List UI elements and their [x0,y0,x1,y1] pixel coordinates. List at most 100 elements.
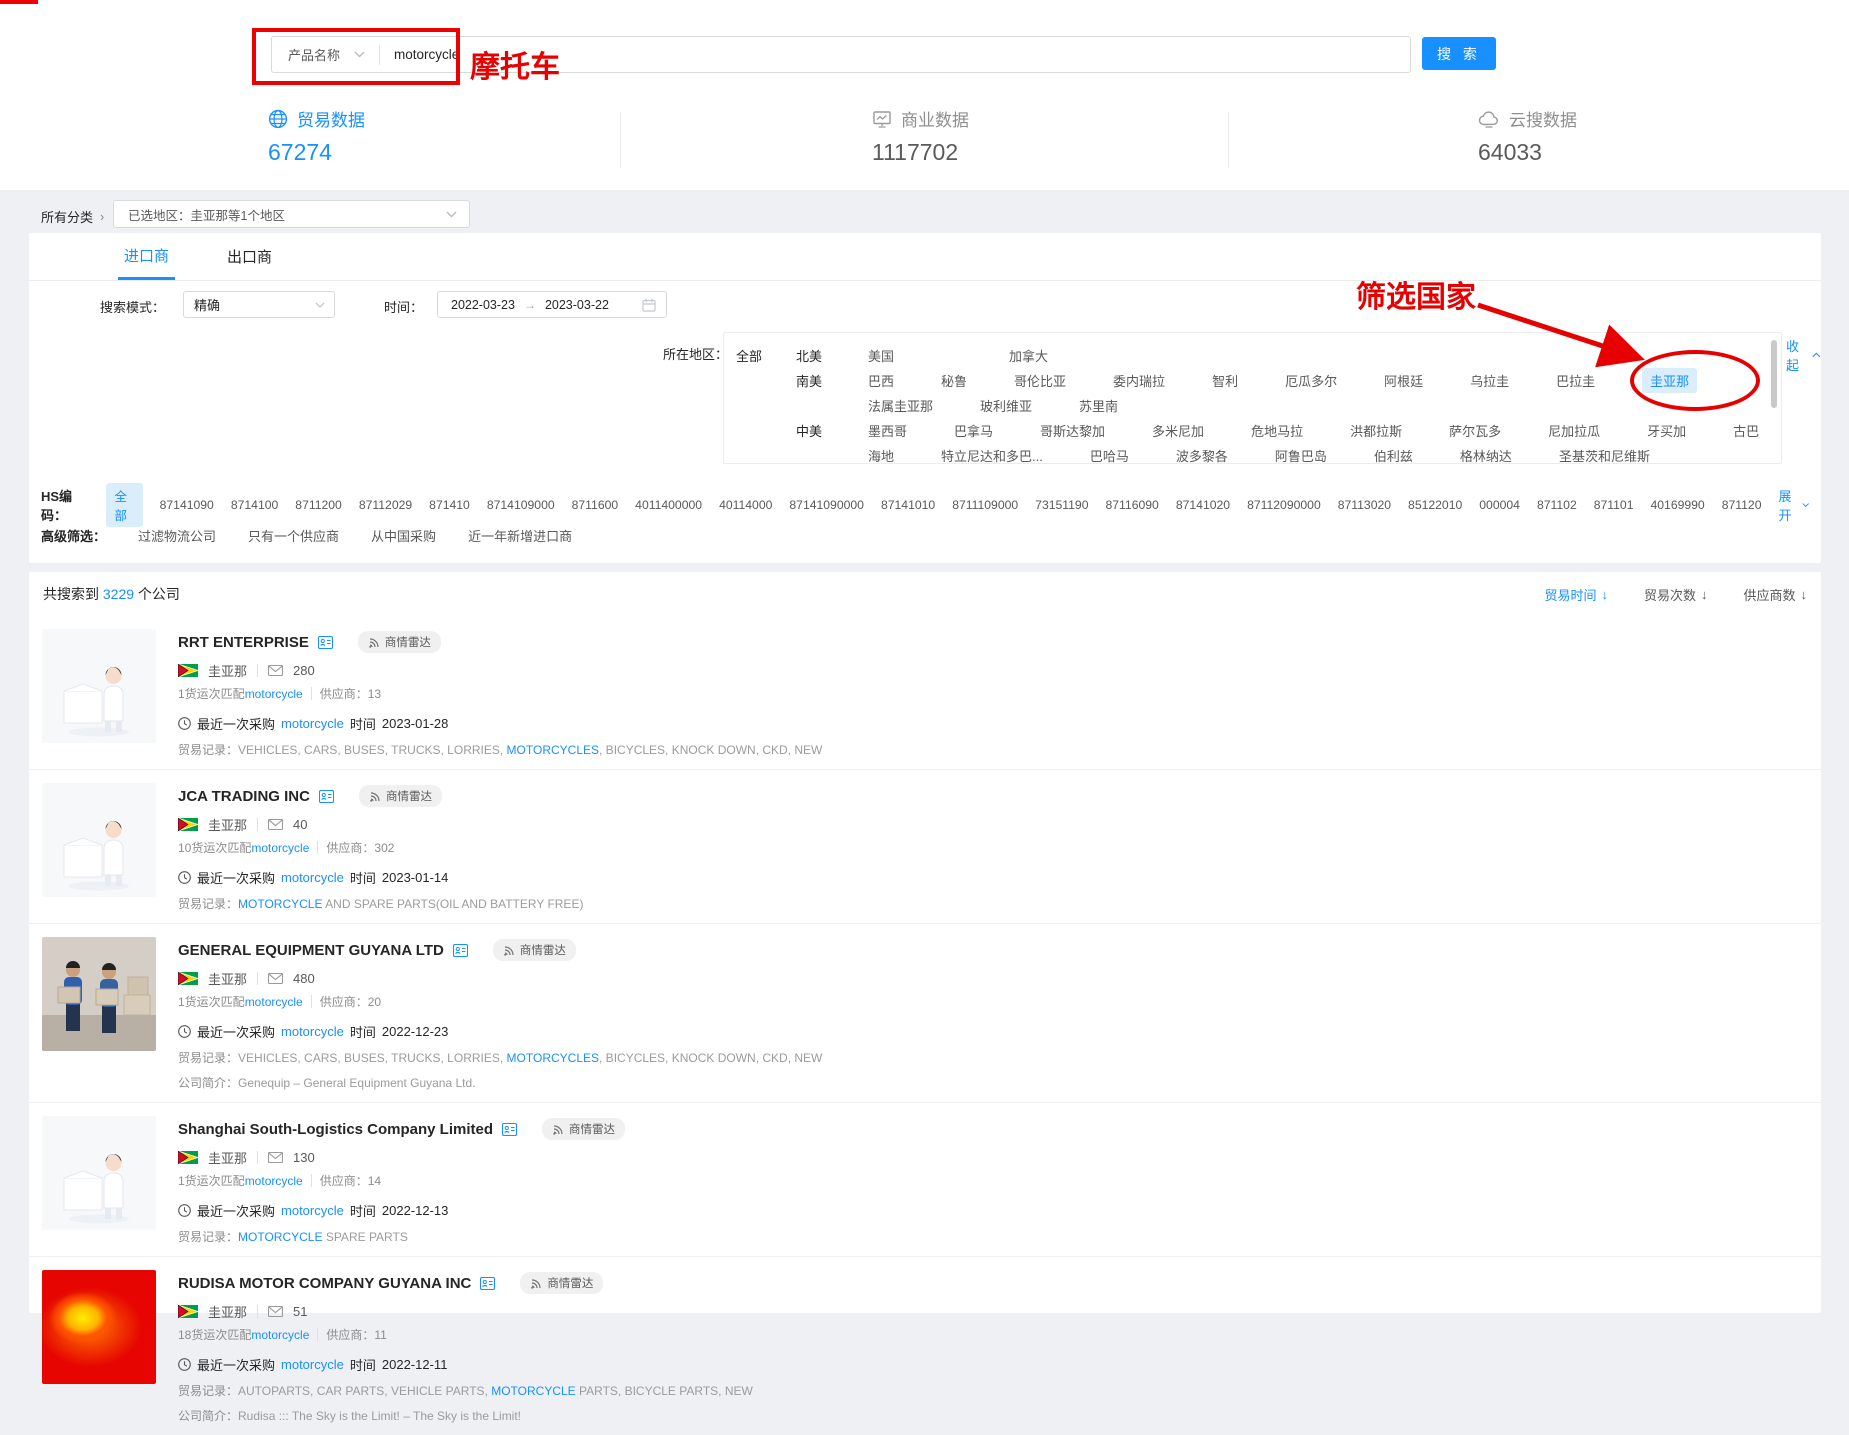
region-item[interactable]: 阿根廷 [1384,371,1423,390]
company-card[interactable]: RRT ENTERPRISE 商情雷达 [29,616,1821,769]
region-item[interactable]: 哥伦比亚 [1014,371,1066,390]
hs-code[interactable]: 87113020 [1338,498,1391,512]
region-item[interactable]: 巴西 [868,371,894,390]
company-card[interactable]: RUDISA MOTOR COMPANY GUYANA INC 商情雷达 [29,1256,1821,1435]
hs-code[interactable]: 8711200 [295,498,342,512]
region-item[interactable]: 危地马拉 [1251,421,1303,440]
region-item[interactable]: 牙买加 [1647,421,1686,440]
region-item[interactable]: 海地 [868,446,894,464]
all-categories-link[interactable]: 所有分类 [41,207,93,226]
region-group[interactable]: 南美 [796,371,868,390]
hs-code[interactable]: 4011400000 [635,498,702,512]
keyword-link[interactable]: motorcycle [281,1203,344,1218]
hs-code[interactable]: 8711600 [572,498,619,512]
region-item[interactable]: 多米尼加 [1152,421,1204,440]
keyword-link[interactable]: motorcycle [281,1024,344,1039]
radar-badge[interactable]: 商情雷达 [542,1118,625,1140]
search-mode-select[interactable]: 精确 [183,291,335,318]
region-group[interactable]: 北美 [796,346,868,365]
region-item[interactable]: 委内瑞拉 [1113,371,1165,390]
region-item[interactable]: 巴哈马 [1090,446,1129,464]
contact-card-icon[interactable] [453,944,468,957]
hs-code[interactable]: 87141090 [160,498,214,512]
region-item[interactable]: 特立尼达和多巴... [941,446,1043,464]
contact-card-icon[interactable] [502,1123,517,1136]
breadcrumb[interactable]: 所有分类 › [41,207,104,226]
product-search-bar[interactable]: 产品名称 motorcycle [271,36,1411,73]
hs-code[interactable]: 87141010 [881,498,935,512]
hs-code[interactable]: 87112090000 [1247,498,1321,512]
hs-code[interactable]: 40169990 [1650,498,1704,512]
region-item[interactable]: 智利 [1212,371,1238,390]
region-all[interactable]: 全部 [736,346,796,365]
company-thumbnail[interactable] [42,937,156,1051]
keyword-link[interactable]: motorcycle [281,870,344,885]
contact-card-icon[interactable] [480,1277,495,1290]
radar-badge[interactable]: 商情雷达 [493,939,576,961]
company-name[interactable]: Shanghai South-Logistics Company Limited [178,1121,493,1138]
hs-code[interactable]: 8711109000 [952,498,1018,512]
keyword-link[interactable]: motorcycle [281,1357,344,1372]
region-item[interactable]: 墨西哥 [868,421,907,440]
company-thumbnail[interactable] [42,1116,156,1230]
region-item[interactable]: 洪都拉斯 [1350,421,1402,440]
records-keyword[interactable]: MOTORCYCLE [238,897,322,911]
company-card[interactable]: Shanghai South-Logistics Company Limited… [29,1102,1821,1256]
company-name[interactable]: RUDISA MOTOR COMPANY GUYANA INC [178,1275,471,1292]
date-from[interactable]: 2022-03-23 [451,298,515,312]
region-item[interactable]: 厄瓜多尔 [1285,371,1337,390]
region-item[interactable]: 伯利兹 [1374,446,1413,464]
stat-business-data[interactable]: 商业数据 1117702 [872,106,969,166]
region-group[interactable]: 中美 [796,421,868,440]
sort-option[interactable]: 供应商数↓ [1743,585,1807,604]
stat-cloud-search-data[interactable]: 云搜数据 64033 [1478,106,1577,166]
hs-code[interactable]: 871410 [429,498,470,512]
region-item[interactable]: 秘鲁 [941,371,967,390]
tab-exporter[interactable]: 出口商 [221,233,278,280]
company-thumbnail[interactable] [42,783,156,897]
hs-code[interactable]: 000004 [1479,498,1520,512]
hs-code[interactable]: 871120 [1722,498,1762,512]
region-scrollbar[interactable] [1771,340,1777,408]
advanced-filter-item[interactable]: 近一年新增进口商 [468,526,572,545]
company-name[interactable]: GENERAL EQUIPMENT GUYANA LTD [178,942,444,959]
hs-code[interactable]: 8714109000 [487,498,555,512]
advanced-filter-item[interactable]: 过滤物流公司 [138,526,216,545]
records-keyword[interactable]: MOTORCYCLE [238,1230,322,1244]
company-name[interactable]: RRT ENTERPRISE [178,634,309,651]
radar-badge[interactable]: 商情雷达 [520,1272,603,1294]
advanced-filter-item[interactable]: 从中国采购 [371,526,436,545]
selected-region-dropdown[interactable]: 已选地区：圭亚那等1个地区 [113,200,470,228]
search-button[interactable]: 搜 索 [1422,37,1496,70]
region-item[interactable]: 波多黎各 [1176,446,1228,464]
keyword-link[interactable]: motorcycle [251,841,309,855]
radar-badge[interactable]: 商情雷达 [359,785,442,807]
region-item[interactable]: 巴拉圭 [1556,371,1595,390]
region-item[interactable]: 巴拿马 [954,421,993,440]
keyword-link[interactable]: motorcycle [251,1328,309,1342]
keyword-link[interactable]: motorcycle [281,716,344,731]
records-keyword[interactable]: MOTORCYCLE [491,1384,575,1398]
keyword-link[interactable]: motorcycle [245,687,303,701]
date-range-picker[interactable]: 2022-03-23 → 2023-03-22 [437,291,667,318]
company-thumbnail[interactable] [42,1270,156,1384]
region-item[interactable]: 玻利维亚 [980,396,1032,415]
advanced-filter-item[interactable]: 只有一个供应商 [248,526,339,545]
collapse-link[interactable]: 收起 [1786,336,1821,374]
region-item[interactable]: 萨尔瓦多 [1449,421,1501,440]
tab-importer[interactable]: 进口商 [118,233,175,280]
hs-code[interactable]: 8714100 [231,498,278,512]
hs-code[interactable]: 73151190 [1035,498,1088,512]
keyword-link[interactable]: motorcycle [245,1174,303,1188]
hs-code[interactable]: 87116090 [1106,498,1159,512]
hs-code[interactable]: 40114000 [719,498,772,512]
company-name[interactable]: JCA TRADING INC [178,788,310,805]
hs-code[interactable]: 87141090000 [789,498,864,512]
company-card[interactable]: GENERAL EQUIPMENT GUYANA LTD 商情雷达 [29,923,1821,1102]
records-keyword[interactable]: MOTORCYCLES [507,1051,599,1065]
region-item[interactable]: 美国 [868,346,894,365]
region-item[interactable]: 加拿大 [1009,346,1048,365]
expand-link[interactable]: 展开 [1778,486,1809,524]
keyword-link[interactable]: motorcycle [245,995,303,1009]
date-to[interactable]: 2023-03-22 [545,298,609,312]
